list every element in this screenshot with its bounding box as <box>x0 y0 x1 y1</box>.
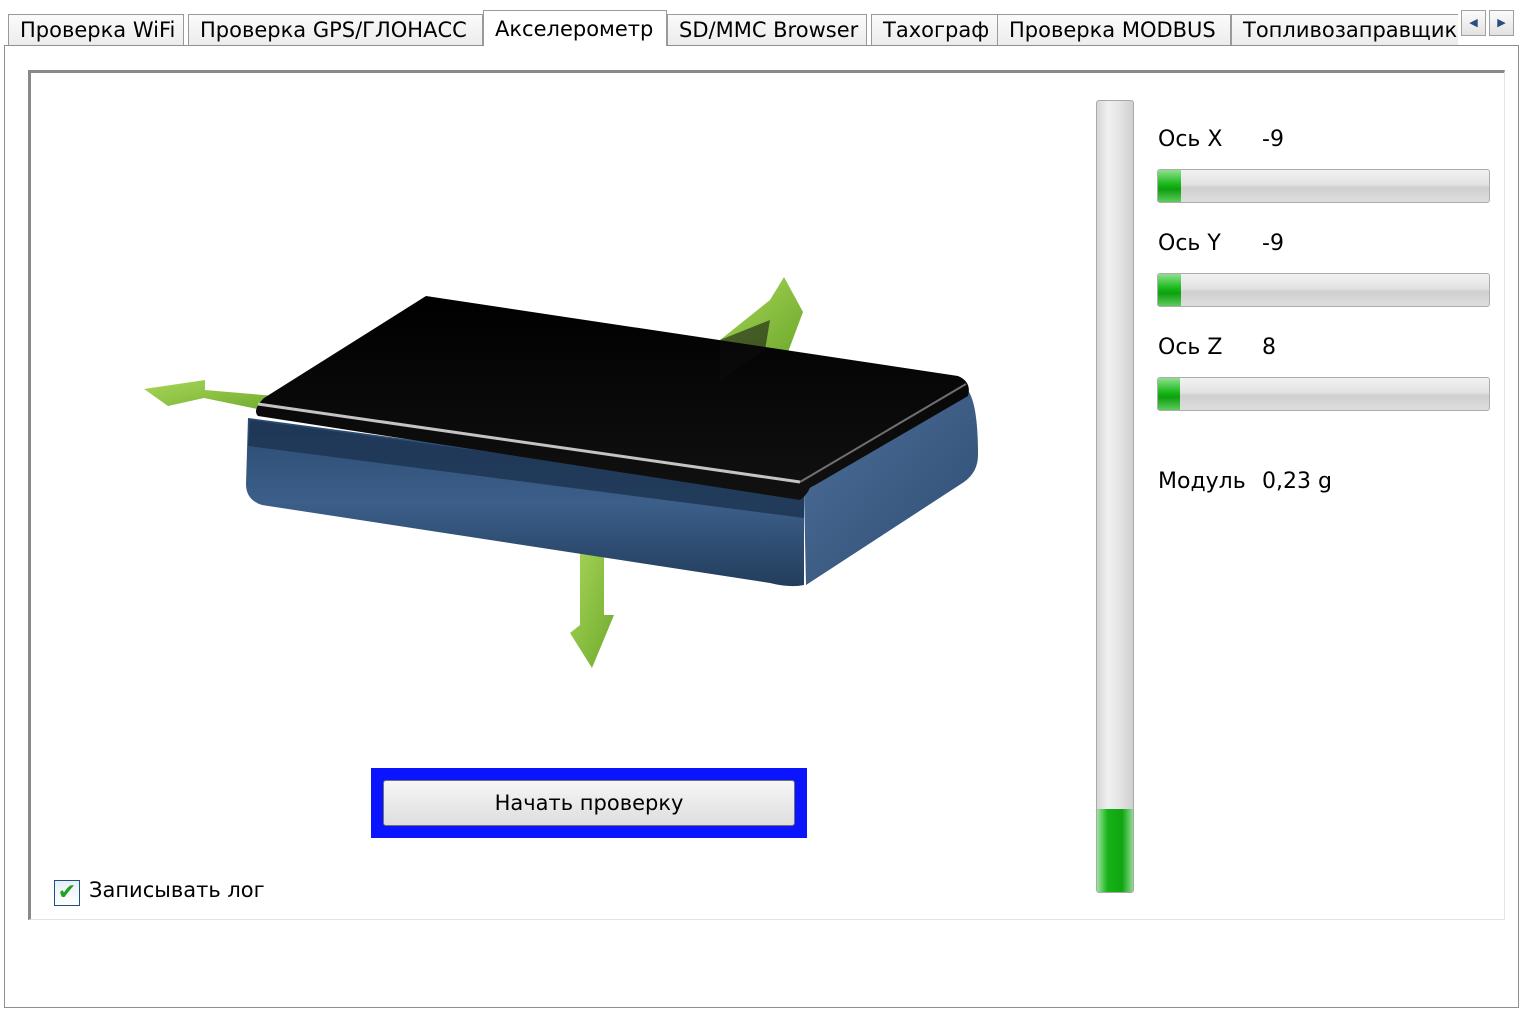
chevron-left-icon: ◀ <box>1469 16 1478 29</box>
tab-scroll-right-button[interactable]: ▶ <box>1489 10 1514 36</box>
tab-label: SD/MMC Browser <box>679 18 859 42</box>
axis-x-progress-bar <box>1157 169 1490 203</box>
arrow-z-icon <box>570 545 614 668</box>
tab-gps-glonass-check[interactable]: Проверка GPS/ГЛОНАСС <box>188 14 483 45</box>
axis-y-progress-fill <box>1158 274 1182 306</box>
start-check-button[interactable]: Начать проверку <box>383 780 795 826</box>
write-log-checkbox[interactable]: ✔ <box>54 880 80 906</box>
axis-x-value: -9 <box>1262 127 1284 152</box>
chevron-right-icon: ▶ <box>1497 16 1506 29</box>
axis-z-label: Ось Z <box>1158 335 1223 360</box>
axis-y-value: -9 <box>1262 231 1284 256</box>
tab-scroll-left-button[interactable]: ◀ <box>1461 10 1486 36</box>
tab-wifi-check[interactable]: Проверка WiFi <box>8 14 184 45</box>
vertical-level-meter <box>1096 100 1134 893</box>
accelerometer-window: Проверка WiFi Проверка GPS/ГЛОНАСС Аксел… <box>0 0 1538 1017</box>
tab-strip: Проверка WiFi Проверка GPS/ГЛОНАСС Аксел… <box>8 10 1458 46</box>
module-label: Модуль <box>1158 469 1246 494</box>
tab-label: Акселерометр <box>495 17 654 41</box>
tab-label: Проверка WiFi <box>20 18 176 42</box>
axis-y-progress-bar <box>1157 273 1490 307</box>
arrow-x-icon <box>144 380 275 412</box>
tab-accelerometer[interactable]: Акселерометр <box>483 10 667 46</box>
axis-x-progress-fill <box>1158 170 1182 202</box>
device-3d-illustration <box>144 277 978 668</box>
axis-z-progress-fill <box>1158 378 1180 410</box>
tab-fuel-truck[interactable]: Топливозаправщик <box>1231 14 1458 45</box>
axis-y-label: Ось Y <box>1158 231 1221 256</box>
axis-z-value: 8 <box>1262 335 1276 360</box>
tab-label: Тахограф <box>883 18 990 42</box>
tab-label: Топливозаправщик <box>1243 18 1458 42</box>
tab-sd-mmc-browser[interactable]: SD/MMC Browser <box>667 14 867 45</box>
tab-modbus-check[interactable]: Проверка MODBUS <box>997 14 1231 45</box>
tab-label: Проверка MODBUS <box>1009 18 1216 42</box>
write-log-label: Записывать лог <box>89 878 265 902</box>
tab-label: Проверка GPS/ГЛОНАСС <box>200 18 467 42</box>
vertical-meter-fill <box>1097 808 1133 892</box>
axis-z-progress-bar <box>1157 377 1490 411</box>
axis-x-label: Ось X <box>1158 127 1223 152</box>
tab-tachograph[interactable]: Тахограф <box>871 14 999 45</box>
module-value: 0,23 g <box>1262 469 1332 494</box>
